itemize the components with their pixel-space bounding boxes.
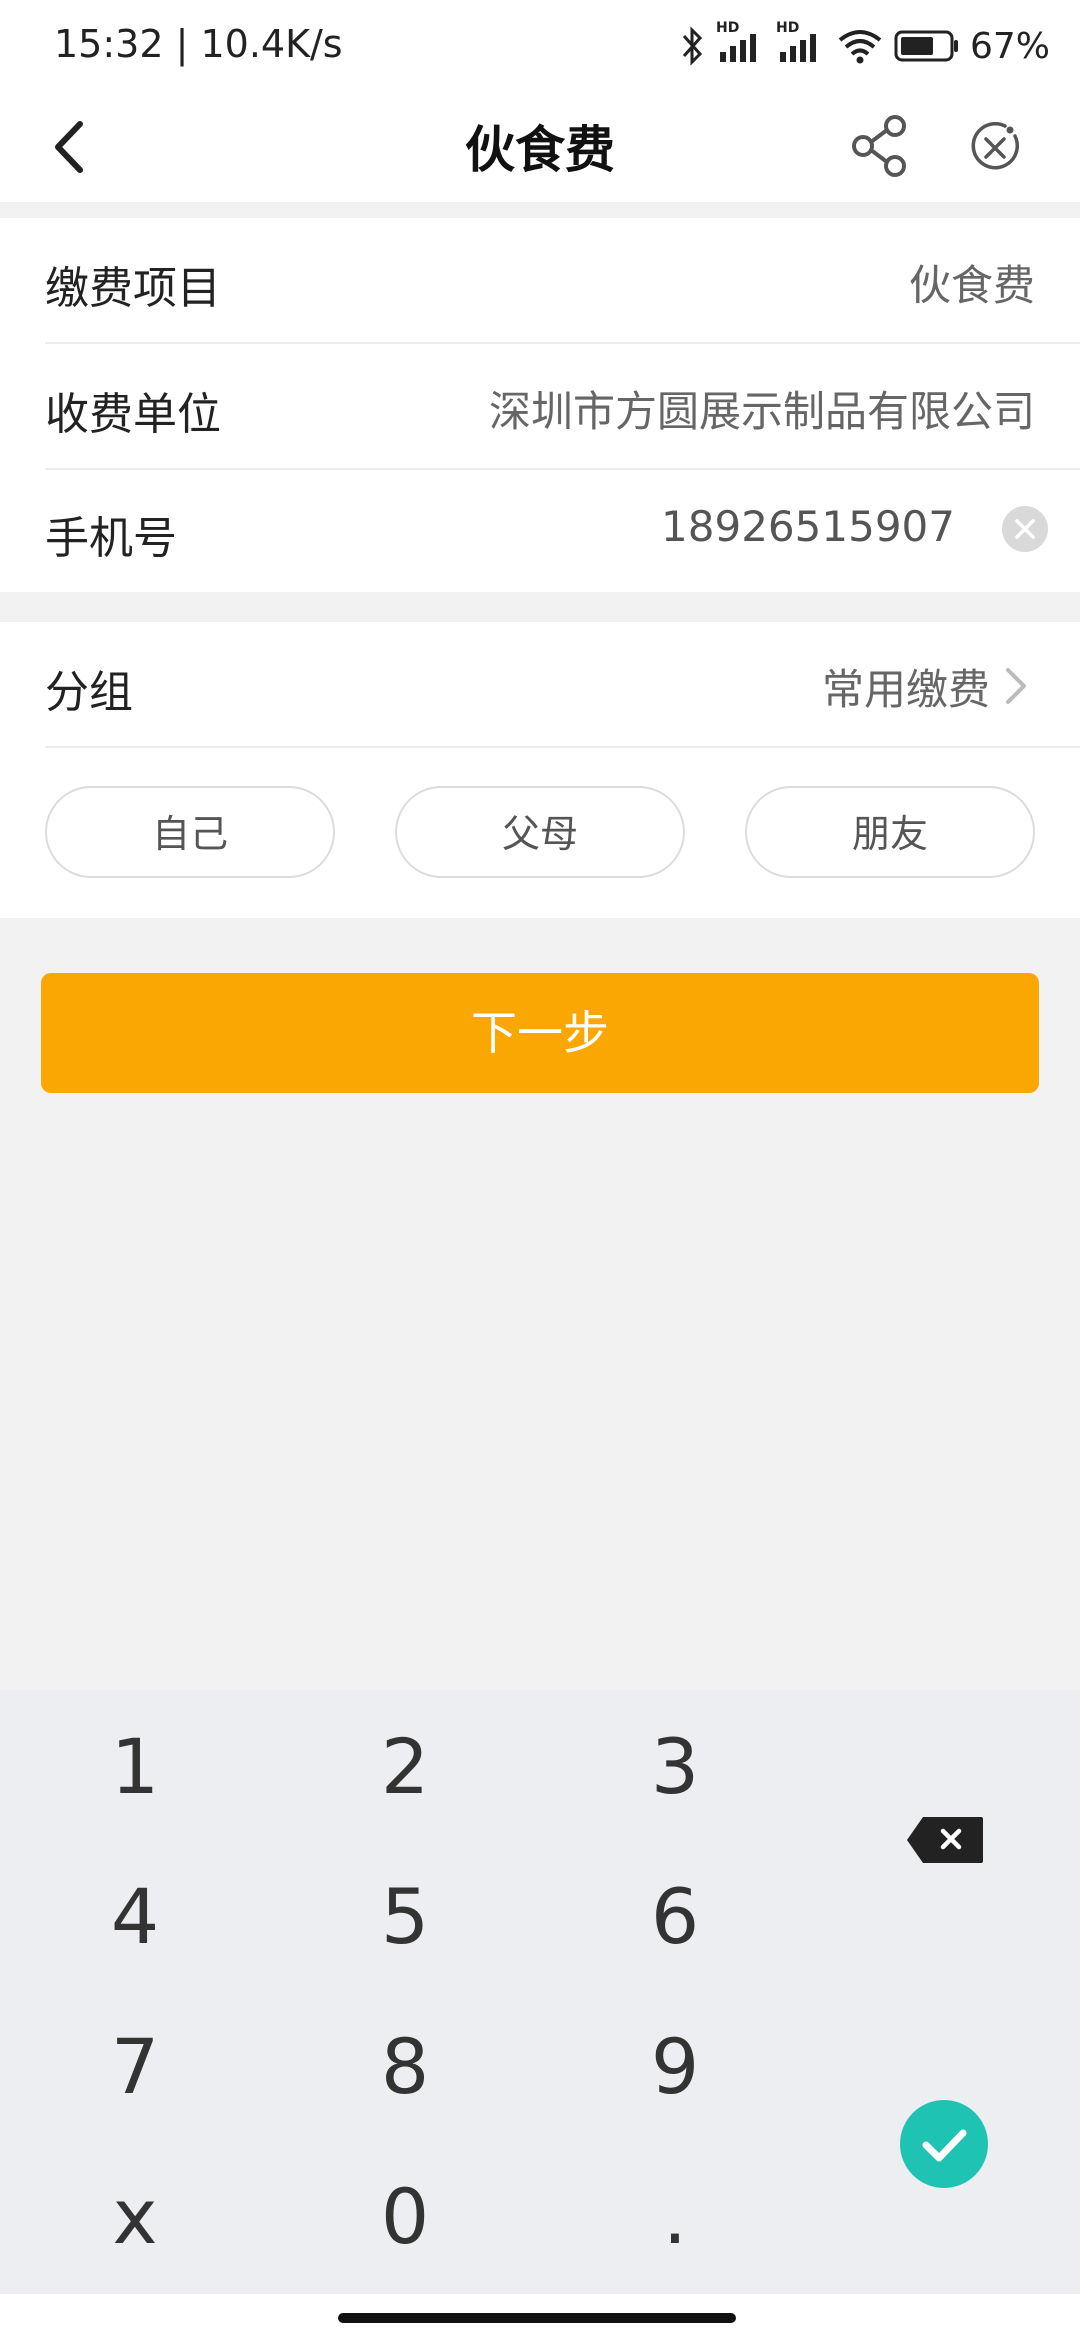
payee-value: 深圳市方圆展示制品有限公司 [488, 387, 1035, 436]
backspace-icon [907, 1817, 983, 1863]
phone-input[interactable]: 18926515907 [661, 502, 955, 551]
group-row[interactable]: 分组 常用缴费 [0, 622, 1080, 746]
group-label: 分组 [45, 667, 133, 718]
key-8[interactable]: 8 [305, 2002, 505, 2132]
divider [45, 746, 1080, 748]
key-7[interactable]: 7 [35, 2002, 235, 2132]
payee-row: 收费单位 深圳市方圆展示制品有限公司 [0, 344, 1080, 468]
key-6[interactable]: 6 [575, 1852, 775, 1982]
group-chip-self[interactable]: 自己 [45, 786, 335, 878]
backspace-key[interactable] [905, 1815, 985, 1865]
payment-item-value: 伙食费 [908, 261, 1035, 310]
bluetooth-icon [680, 26, 706, 66]
key-0[interactable]: 0 [305, 2152, 505, 2282]
checkmark-icon [922, 2129, 967, 2162]
key-1[interactable]: 1 [35, 1702, 235, 1832]
key-5[interactable]: 5 [305, 1852, 505, 1982]
battery-percent: 67% [969, 25, 1050, 67]
clear-input-button[interactable] [1002, 506, 1048, 552]
key-x[interactable]: x [35, 2152, 235, 2282]
key-dot[interactable]: . [575, 2152, 775, 2282]
status-time: 15:32 | 10.4K/s [54, 22, 343, 66]
group-value: 常用缴费 [821, 665, 990, 714]
group-chip-parents[interactable]: 父母 [395, 786, 685, 878]
phone-label: 手机号 [45, 513, 177, 564]
phone-row[interactable]: 手机号 18926515907 [0, 468, 1080, 592]
signal-hd-label-2: HD [775, 20, 800, 36]
signal-hd-label: HD [715, 20, 740, 36]
key-3[interactable]: 3 [575, 1702, 775, 1832]
chevron-right-icon [1006, 668, 1026, 704]
payment-item-row: 缴费项目 伙食费 [0, 218, 1080, 342]
battery-icon [894, 28, 960, 64]
close-circle-icon [971, 122, 1019, 170]
key-4[interactable]: 4 [35, 1852, 235, 1982]
clear-icon [1015, 519, 1035, 539]
key-9[interactable]: 9 [575, 2002, 775, 2132]
wifi-icon [836, 26, 884, 66]
payment-info-section: 缴费项目 伙食费 收费单位 深圳市方圆展示制品有限公司 手机号 18926515… [0, 218, 1080, 592]
status-bar: 15:32 | 10.4K/s HD HD 67% [0, 0, 1080, 92]
share-icon [852, 115, 906, 177]
home-indicator[interactable] [338, 2313, 736, 2323]
confirm-key[interactable] [900, 2100, 988, 2188]
close-miniapp-button[interactable] [960, 106, 1030, 186]
payee-label: 收费单位 [45, 389, 221, 440]
status-icons: HD HD 67% [680, 18, 1050, 74]
next-step-button[interactable]: 下一步 [41, 973, 1039, 1093]
page-title: 伙食费 [465, 121, 615, 179]
share-button[interactable] [845, 106, 915, 186]
nav-bar: 伙食费 [0, 92, 1080, 202]
group-chip-friends[interactable]: 朋友 [745, 786, 1035, 878]
cellular-signal-icon-2: HD [776, 20, 826, 66]
payment-item-label: 缴费项目 [45, 263, 221, 314]
key-2[interactable]: 2 [305, 1702, 505, 1832]
cellular-signal-icon: HD [716, 20, 766, 66]
